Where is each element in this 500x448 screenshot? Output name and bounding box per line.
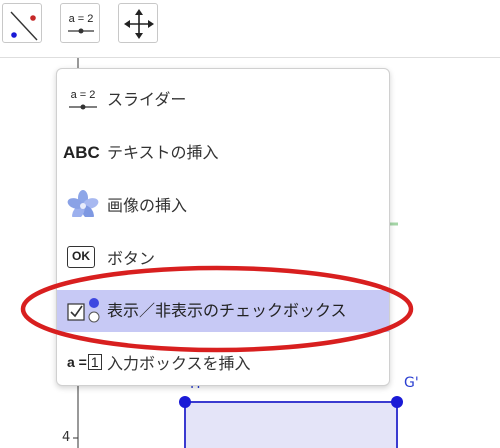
menu-item-label: ボタン [107,249,156,268]
y-axis-tick-label: 4 [62,430,71,445]
slider-icon-text: a = 2 [71,89,96,101]
menu-item-checkbox[interactable]: 表示／非表示のチェックボックス [57,290,389,332]
menu-item-label: テキストの挿入 [107,143,219,162]
menu-item-insert-image[interactable]: 画像の挿入 [57,185,389,227]
toolbar: a = 2 [0,0,500,46]
checkbox-icon [67,298,100,323]
menu-item-label: 入力ボックスを挿入 [107,354,251,373]
move-view-tool-button[interactable] [118,3,158,43]
menu-item-label: 画像の挿入 [107,196,188,215]
input-box-icon-box: 1 [87,354,102,370]
point-g-label: G' [404,375,419,391]
ok-button-icon: OK [67,246,95,268]
slider-tool-menu: a = 2 スライダー ABC テキストの挿入 画像の挿入 OK ボタン 表示／… [56,68,390,386]
input-box-icon: a = 1 [67,354,102,370]
abc-text-icon: ABC [63,143,100,162]
slider-icon: a = 2 [69,89,97,110]
move-arrows-icon [124,9,154,39]
input-box-icon-prefix: a = [67,354,87,370]
slider-tool-button[interactable]: a = 2 [60,3,100,43]
menu-item-input-box[interactable]: a = 1 入力ボックスを挿入 [57,343,389,385]
point-g [391,396,403,408]
quadrilateral-shape [184,401,398,448]
menu-item-label: スライダー [107,90,187,109]
pinwheel-image-icon [67,190,99,217]
slider-icon: a = 2 [68,13,94,34]
point-h [179,396,191,408]
line-through-points-icon [10,11,38,41]
menu-item-insert-text[interactable]: ABC テキストの挿入 [57,132,389,174]
menu-item-button[interactable]: OK ボタン [57,238,389,280]
slider-tool-label: a = 2 [69,13,94,25]
line-tool-button[interactable] [2,3,42,43]
menu-item-label: 表示／非表示のチェックボックス [107,301,347,320]
menu-item-slider[interactable]: a = 2 スライダー [57,79,389,121]
